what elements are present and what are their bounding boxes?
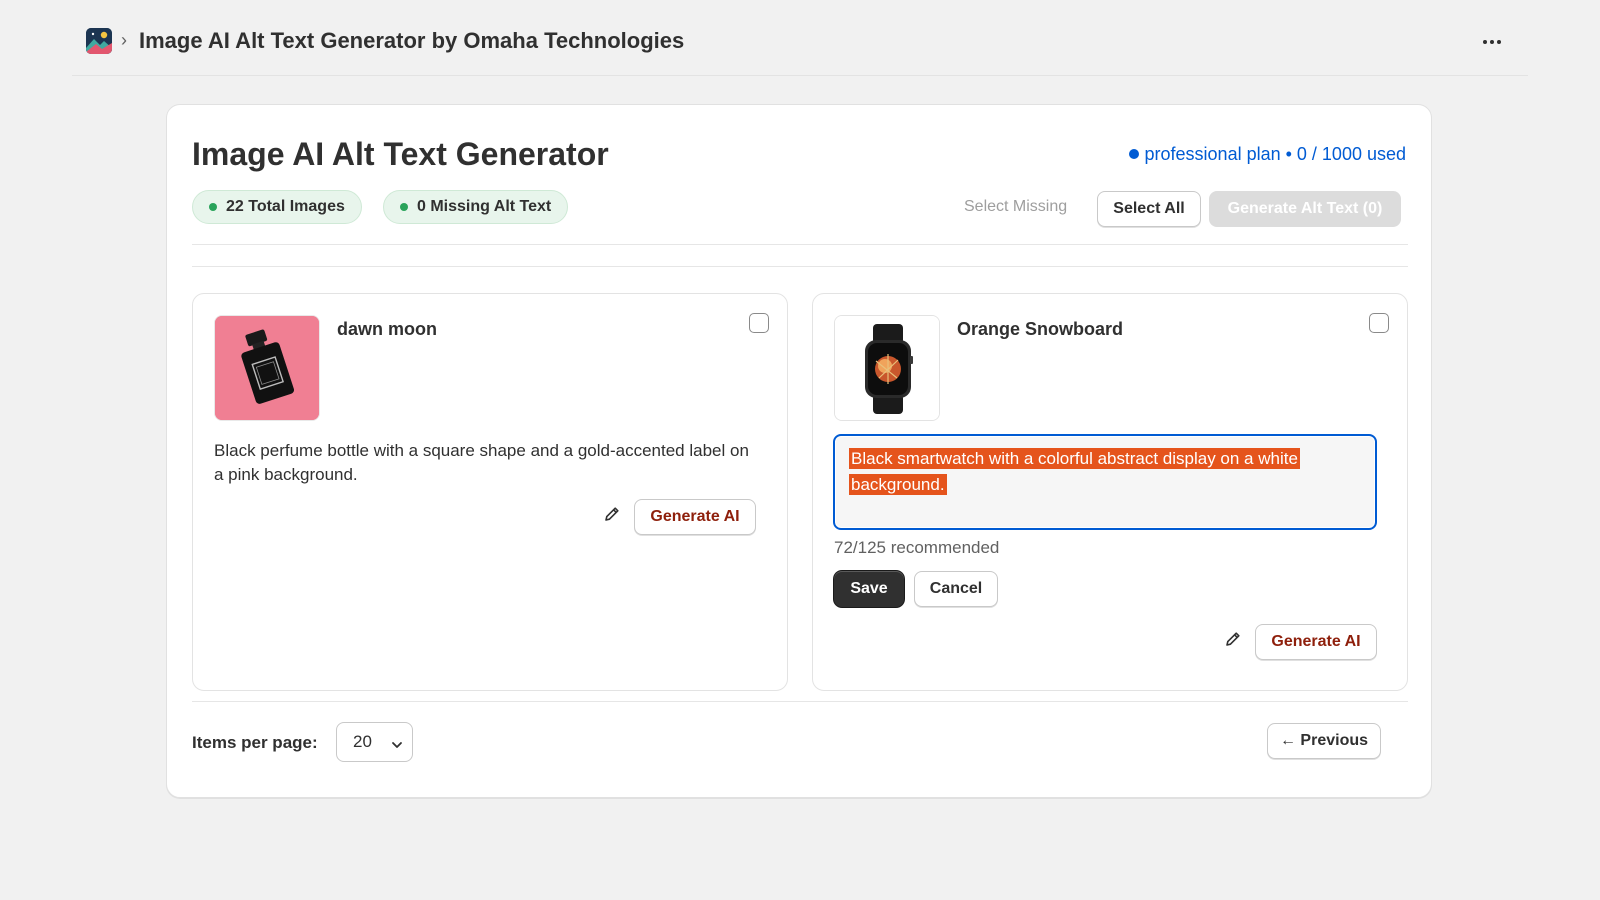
item-select-checkbox[interactable] <box>1369 313 1389 333</box>
items-per-page-label: Items per page: <box>192 733 318 752</box>
more-dot-icon <box>1483 40 1487 44</box>
chevron-down-icon <box>391 736 403 756</box>
app-title[interactable]: Image AI Alt Text Generator by Omaha Tec… <box>139 28 684 54</box>
generate-alt-text-button[interactable]: Generate Alt Text (0) <box>1209 191 1401 227</box>
image-card: Orange Snowboard Black smartwatch with a… <box>812 293 1408 691</box>
items-per-page-select[interactable]: 20 <box>336 722 413 762</box>
top-bar: › Image AI Alt Text Generator by Omaha T… <box>72 0 1528 76</box>
select-missing-button[interactable]: Select Missing <box>964 197 1067 217</box>
alt-text-display: Black perfume bottle with a square shape… <box>214 441 749 484</box>
pencil-icon[interactable] <box>1223 629 1243 649</box>
plan-status: professional plan • 0 / 1000 used <box>1128 143 1406 165</box>
status-dot-icon <box>400 203 408 211</box>
page-title: Image AI Alt Text Generator <box>192 136 609 172</box>
main-card: Image AI Alt Text Generator professional… <box>166 104 1432 798</box>
previous-page-button[interactable]: ← Previous <box>1267 723 1381 759</box>
cancel-button[interactable]: Cancel <box>914 571 998 607</box>
save-button[interactable]: Save <box>834 571 904 607</box>
select-all-button[interactable]: Select All <box>1097 191 1201 227</box>
product-thumbnail <box>834 315 940 421</box>
alt-text-selected-value: Black smartwatch with a colorful abstrac… <box>849 448 1300 495</box>
missing-alt-label: 0 Missing Alt Text <box>417 198 552 215</box>
more-dot-icon <box>1497 40 1501 44</box>
items-per-page-value: 20 <box>353 732 372 751</box>
alt-text-input[interactable]: Black smartwatch with a colorful abstrac… <box>833 434 1377 530</box>
item-title: dawn moon <box>337 319 437 339</box>
image-card: dawn moon Black perfume bottle with a sq… <box>192 293 788 691</box>
item-title: Orange Snowboard <box>957 319 1124 339</box>
app-logo-icon <box>86 28 112 54</box>
generate-ai-button[interactable]: Generate AI <box>634 499 756 535</box>
more-actions-button[interactable] <box>1476 26 1508 58</box>
divider <box>192 244 1408 245</box>
divider <box>192 266 1408 267</box>
generate-ai-button[interactable]: Generate AI <box>1255 624 1377 660</box>
breadcrumb-chevron-icon: › <box>121 30 127 50</box>
plan-status-dot-icon <box>1128 149 1139 159</box>
divider <box>192 701 1408 702</box>
plan-status-text: professional plan • 0 / 1000 used <box>1144 144 1406 164</box>
more-dot-icon <box>1490 40 1494 44</box>
missing-alt-badge: 0 Missing Alt Text <box>383 190 569 224</box>
status-dot-icon <box>209 203 217 211</box>
pencil-icon[interactable] <box>602 504 622 524</box>
character-count: 72/125 recommended <box>834 538 1000 557</box>
total-images-badge: 22 Total Images <box>192 190 362 224</box>
item-select-checkbox[interactable] <box>749 313 769 333</box>
total-images-label: 22 Total Images <box>226 198 345 215</box>
product-thumbnail <box>214 315 320 421</box>
